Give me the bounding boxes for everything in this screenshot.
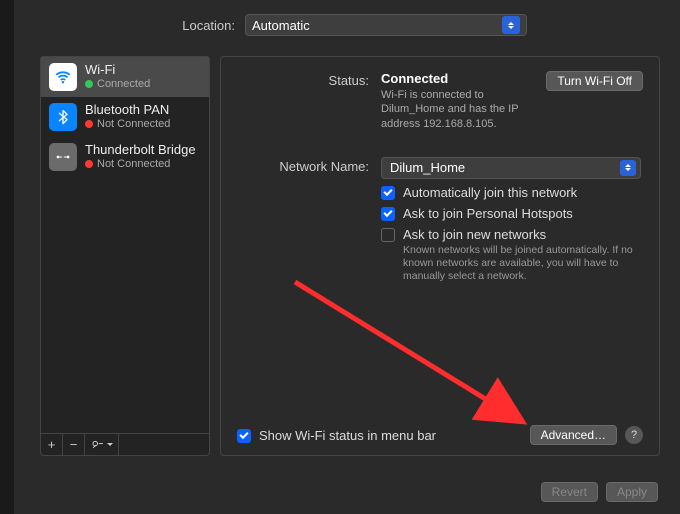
status-dot-icon [85,120,93,128]
options-button[interactable] [85,434,119,455]
add-button[interactable]: + [41,434,63,455]
ask-new-checkbox[interactable] [381,228,395,242]
network-name-label: Network Name: [237,157,369,289]
bridge-icon [49,143,77,171]
chevron-down-icon [107,443,113,446]
network-name-select[interactable]: Dilum_Home [381,157,641,179]
sidebar-item-thunderbolt[interactable]: Thunderbolt Bridge Not Connected [41,137,209,177]
sidebar-item-label: Wi-Fi [85,63,150,78]
remove-button[interactable]: − [63,434,85,455]
auto-join-checkbox[interactable] [381,186,395,200]
help-button[interactable]: ? [625,426,643,444]
show-menubar-label: Show Wi-Fi status in menu bar [259,428,522,443]
sidebar-item-wifi[interactable]: Wi-Fi Connected [41,57,209,97]
network-name-value: Dilum_Home [390,160,465,175]
ask-hotspot-checkbox[interactable] [381,207,395,221]
updown-icon [620,160,636,176]
bluetooth-icon [49,103,77,131]
status-description: Wi-Fi is connected to Dilum_Home and has… [381,88,530,131]
status-value: Connected [381,71,530,86]
ask-new-description: Known networks will be joined automatica… [403,244,643,283]
revert-button[interactable]: Revert [541,482,598,502]
wifi-icon [49,63,77,91]
show-menubar-checkbox[interactable] [237,429,251,443]
main-panel: Status: Connected Wi-Fi is connected to … [220,56,660,456]
location-label: Location: [130,18,235,33]
location-value: Automatic [252,18,310,33]
ask-hotspot-label: Ask to join Personal Hotspots [403,206,573,221]
auto-join-label: Automatically join this network [403,185,577,200]
ask-new-label: Ask to join new networks [403,227,643,242]
status-label: Status: [237,71,369,131]
apply-button[interactable]: Apply [606,482,658,502]
sidebar-item-label: Bluetooth PAN [85,103,170,118]
wifi-toggle-button[interactable]: Turn Wi-Fi Off [546,71,643,91]
sidebar-item-bluetooth[interactable]: Bluetooth PAN Not Connected [41,97,209,137]
network-sidebar: Wi-Fi Connected Bluetooth PAN Not Connec… [40,56,210,456]
status-dot-icon [85,80,93,88]
advanced-button[interactable]: Advanced… [530,425,617,445]
status-dot-icon [85,160,93,168]
location-select[interactable]: Automatic [245,14,527,36]
sidebar-item-label: Thunderbolt Bridge [85,143,196,158]
updown-icon [502,16,520,34]
